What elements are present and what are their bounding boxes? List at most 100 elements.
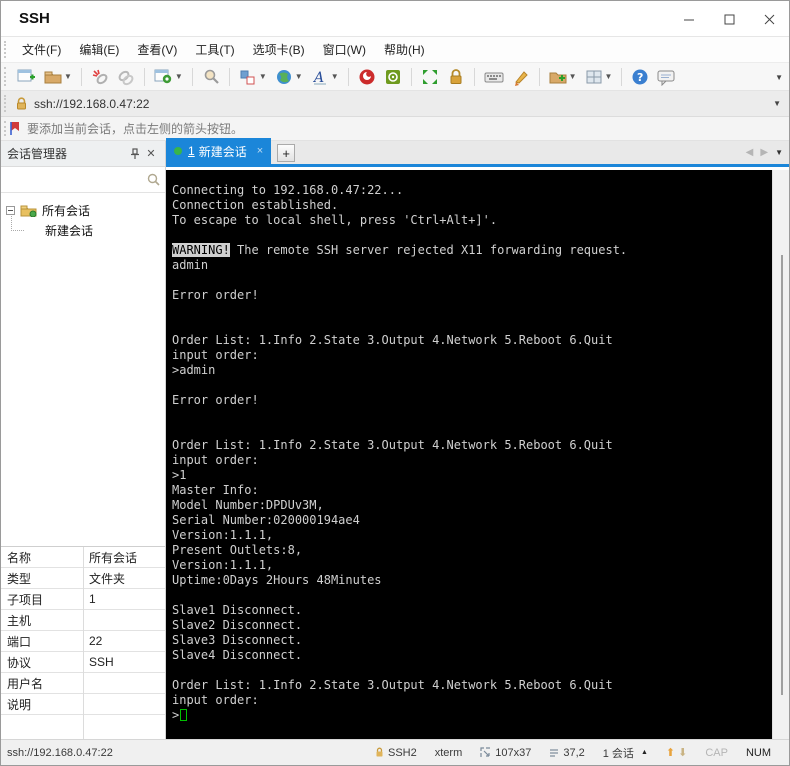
window-title: SSH [19, 10, 50, 27]
toolbar-separator [538, 67, 540, 86]
address-dropdown-caret-icon[interactable]: ▼ [773, 99, 781, 108]
terminal-scrollbar-thumb[interactable] [781, 255, 783, 695]
lock-screen-icon[interactable] [444, 65, 468, 89]
status-scroll-arrows[interactable]: ⬆ ⬇ [666, 746, 687, 759]
menu-item[interactable]: 选项卡(B) [244, 37, 314, 62]
tree-child-label[interactable]: 新建会话 [45, 222, 93, 239]
session-properties-icon[interactable]: ▼ [151, 65, 186, 89]
toolbar-overflow-caret-icon[interactable]: ▼ [775, 73, 783, 82]
minimize-button[interactable] [669, 1, 709, 37]
terminal-line: admin [172, 258, 209, 272]
tab-scroll-right-icon[interactable]: ▶ [760, 147, 768, 158]
gripper [4, 67, 7, 86]
gripper [4, 41, 7, 58]
xtools-icon[interactable] [381, 65, 405, 89]
tab-scroll-left-icon[interactable]: ◀ [746, 147, 754, 158]
highlight-pen-icon[interactable] [509, 65, 533, 89]
scroll-down-arrow-icon[interactable]: ⬇ [678, 746, 687, 759]
property-row[interactable]: 协议 SSH [1, 652, 165, 673]
toolbar-separator [473, 67, 475, 86]
panel-close-icon[interactable]: ✕ [143, 146, 159, 162]
property-row[interactable]: 主机 [1, 610, 165, 631]
scroll-up-arrow-icon[interactable]: ⬆ [666, 746, 675, 759]
xftp-icon[interactable] [355, 65, 379, 89]
maximize-button[interactable] [709, 1, 749, 37]
tree-item-all-sessions[interactable]: 所有会话 [1, 200, 165, 220]
menu-item[interactable]: 帮助(H) [375, 37, 434, 62]
terminal-line: Slave3 Disconnect. [172, 633, 303, 647]
disconnect-icon[interactable] [88, 65, 112, 89]
dropdown-caret-icon[interactable]: ▼ [605, 72, 613, 81]
tree-item-new-session[interactable]: 新建会话 [1, 216, 165, 240]
help-icon[interactable]: ? [628, 65, 652, 89]
property-label: 协议 [7, 655, 32, 670]
property-row[interactable]: 端口 22 [1, 631, 165, 652]
property-row[interactable]: 类型 文件夹 [1, 568, 165, 589]
address-url[interactable]: ssh://192.168.0.47:22 [34, 97, 149, 111]
toolbar-separator [410, 67, 412, 86]
pin-icon[interactable] [127, 146, 143, 162]
find-icon[interactable] [199, 65, 223, 89]
address-lock-icon [17, 96, 26, 109]
session-search[interactable] [1, 167, 165, 193]
property-label: 类型 [7, 571, 32, 586]
terminal-line: input order: [172, 693, 259, 707]
property-row[interactable]: 名称 所有会话 [1, 547, 165, 568]
compose-pane-icon[interactable]: ▼ [236, 65, 270, 89]
terminal[interactable]: Connecting to 192.168.0.47:22... Connecti… [166, 170, 774, 741]
new-folder-icon[interactable]: ▼ [546, 65, 580, 89]
encoding-globe-icon[interactable]: ▼ [272, 65, 306, 89]
status-session-count[interactable]: 1 会话 ▲ [603, 745, 648, 761]
property-row[interactable]: 子项目 1 [1, 589, 165, 610]
tab-new-session[interactable]: 1 新建会话 × [166, 138, 272, 164]
virtual-keyboard-icon[interactable] [481, 65, 507, 89]
terminal-scrollbar[interactable] [772, 170, 789, 741]
cursor-pos-icon [550, 748, 559, 757]
fullscreen-icon[interactable] [418, 65, 442, 89]
terminal-line: To escape to local shell, press 'Ctrl+Al… [172, 213, 498, 227]
dropdown-caret-icon[interactable]: ▼ [331, 72, 339, 81]
menu-item[interactable]: 文件(F) [13, 37, 70, 62]
menu-item[interactable]: 窗口(W) [314, 37, 375, 62]
tree-root-label[interactable]: 所有会话 [42, 202, 90, 219]
session-manager-title: 会话管理器 [7, 147, 68, 161]
status-encryption: SSH2 [375, 747, 417, 759]
tab-list-caret-icon[interactable]: ▼ [775, 148, 783, 157]
terminal-line: Error order! [172, 393, 259, 407]
menu-item[interactable]: 编辑(E) [70, 37, 128, 62]
menu-item[interactable]: 查看(V) [128, 37, 186, 62]
terminal-line: Present Outlets:8, [172, 543, 303, 557]
property-label: 端口 [7, 634, 32, 649]
session-search-input[interactable] [5, 169, 143, 190]
ssh-client-window: SSH 文件(F) 编辑(E) 查看(V) 工具(T) 选项卡(B) 窗口(W) 帮助(H)… [0, 0, 790, 766]
font-icon[interactable]: A ▼ [308, 65, 342, 89]
feedback-icon[interactable] [654, 65, 679, 89]
session-count-caret-icon[interactable]: ▲ [641, 749, 648, 756]
dropdown-caret-icon[interactable]: ▼ [259, 72, 267, 81]
session-manager-header: 会话管理器 ✕ [1, 141, 165, 167]
close-button[interactable] [749, 1, 789, 37]
dropdown-caret-icon[interactable]: ▼ [295, 72, 303, 81]
tab-close-icon[interactable]: × [257, 145, 263, 157]
new-tab-button[interactable]: + [277, 144, 296, 162]
reconnect-icon[interactable] [114, 65, 138, 89]
dropdown-caret-icon[interactable]: ▼ [569, 72, 577, 81]
open-session-icon[interactable]: ▼ [41, 65, 75, 89]
dropdown-caret-icon[interactable]: ▼ [64, 72, 72, 81]
terminal-line: Version:1.1.1, [172, 558, 274, 572]
tree-expander-icon[interactable] [6, 205, 15, 215]
menu-item[interactable]: 工具(T) [186, 37, 243, 62]
property-row[interactable]: 说明 [1, 694, 165, 715]
layout-icon[interactable]: ▼ [582, 65, 616, 89]
property-row[interactable]: 用户名 [1, 673, 165, 694]
address-bar[interactable]: ssh://192.168.0.47:22 ▼ [1, 91, 789, 117]
new-session-icon[interactable] [14, 65, 39, 89]
status-term-type[interactable]: xterm [435, 747, 463, 759]
dropdown-caret-icon[interactable]: ▼ [175, 72, 183, 81]
property-value: SSH [89, 655, 114, 669]
